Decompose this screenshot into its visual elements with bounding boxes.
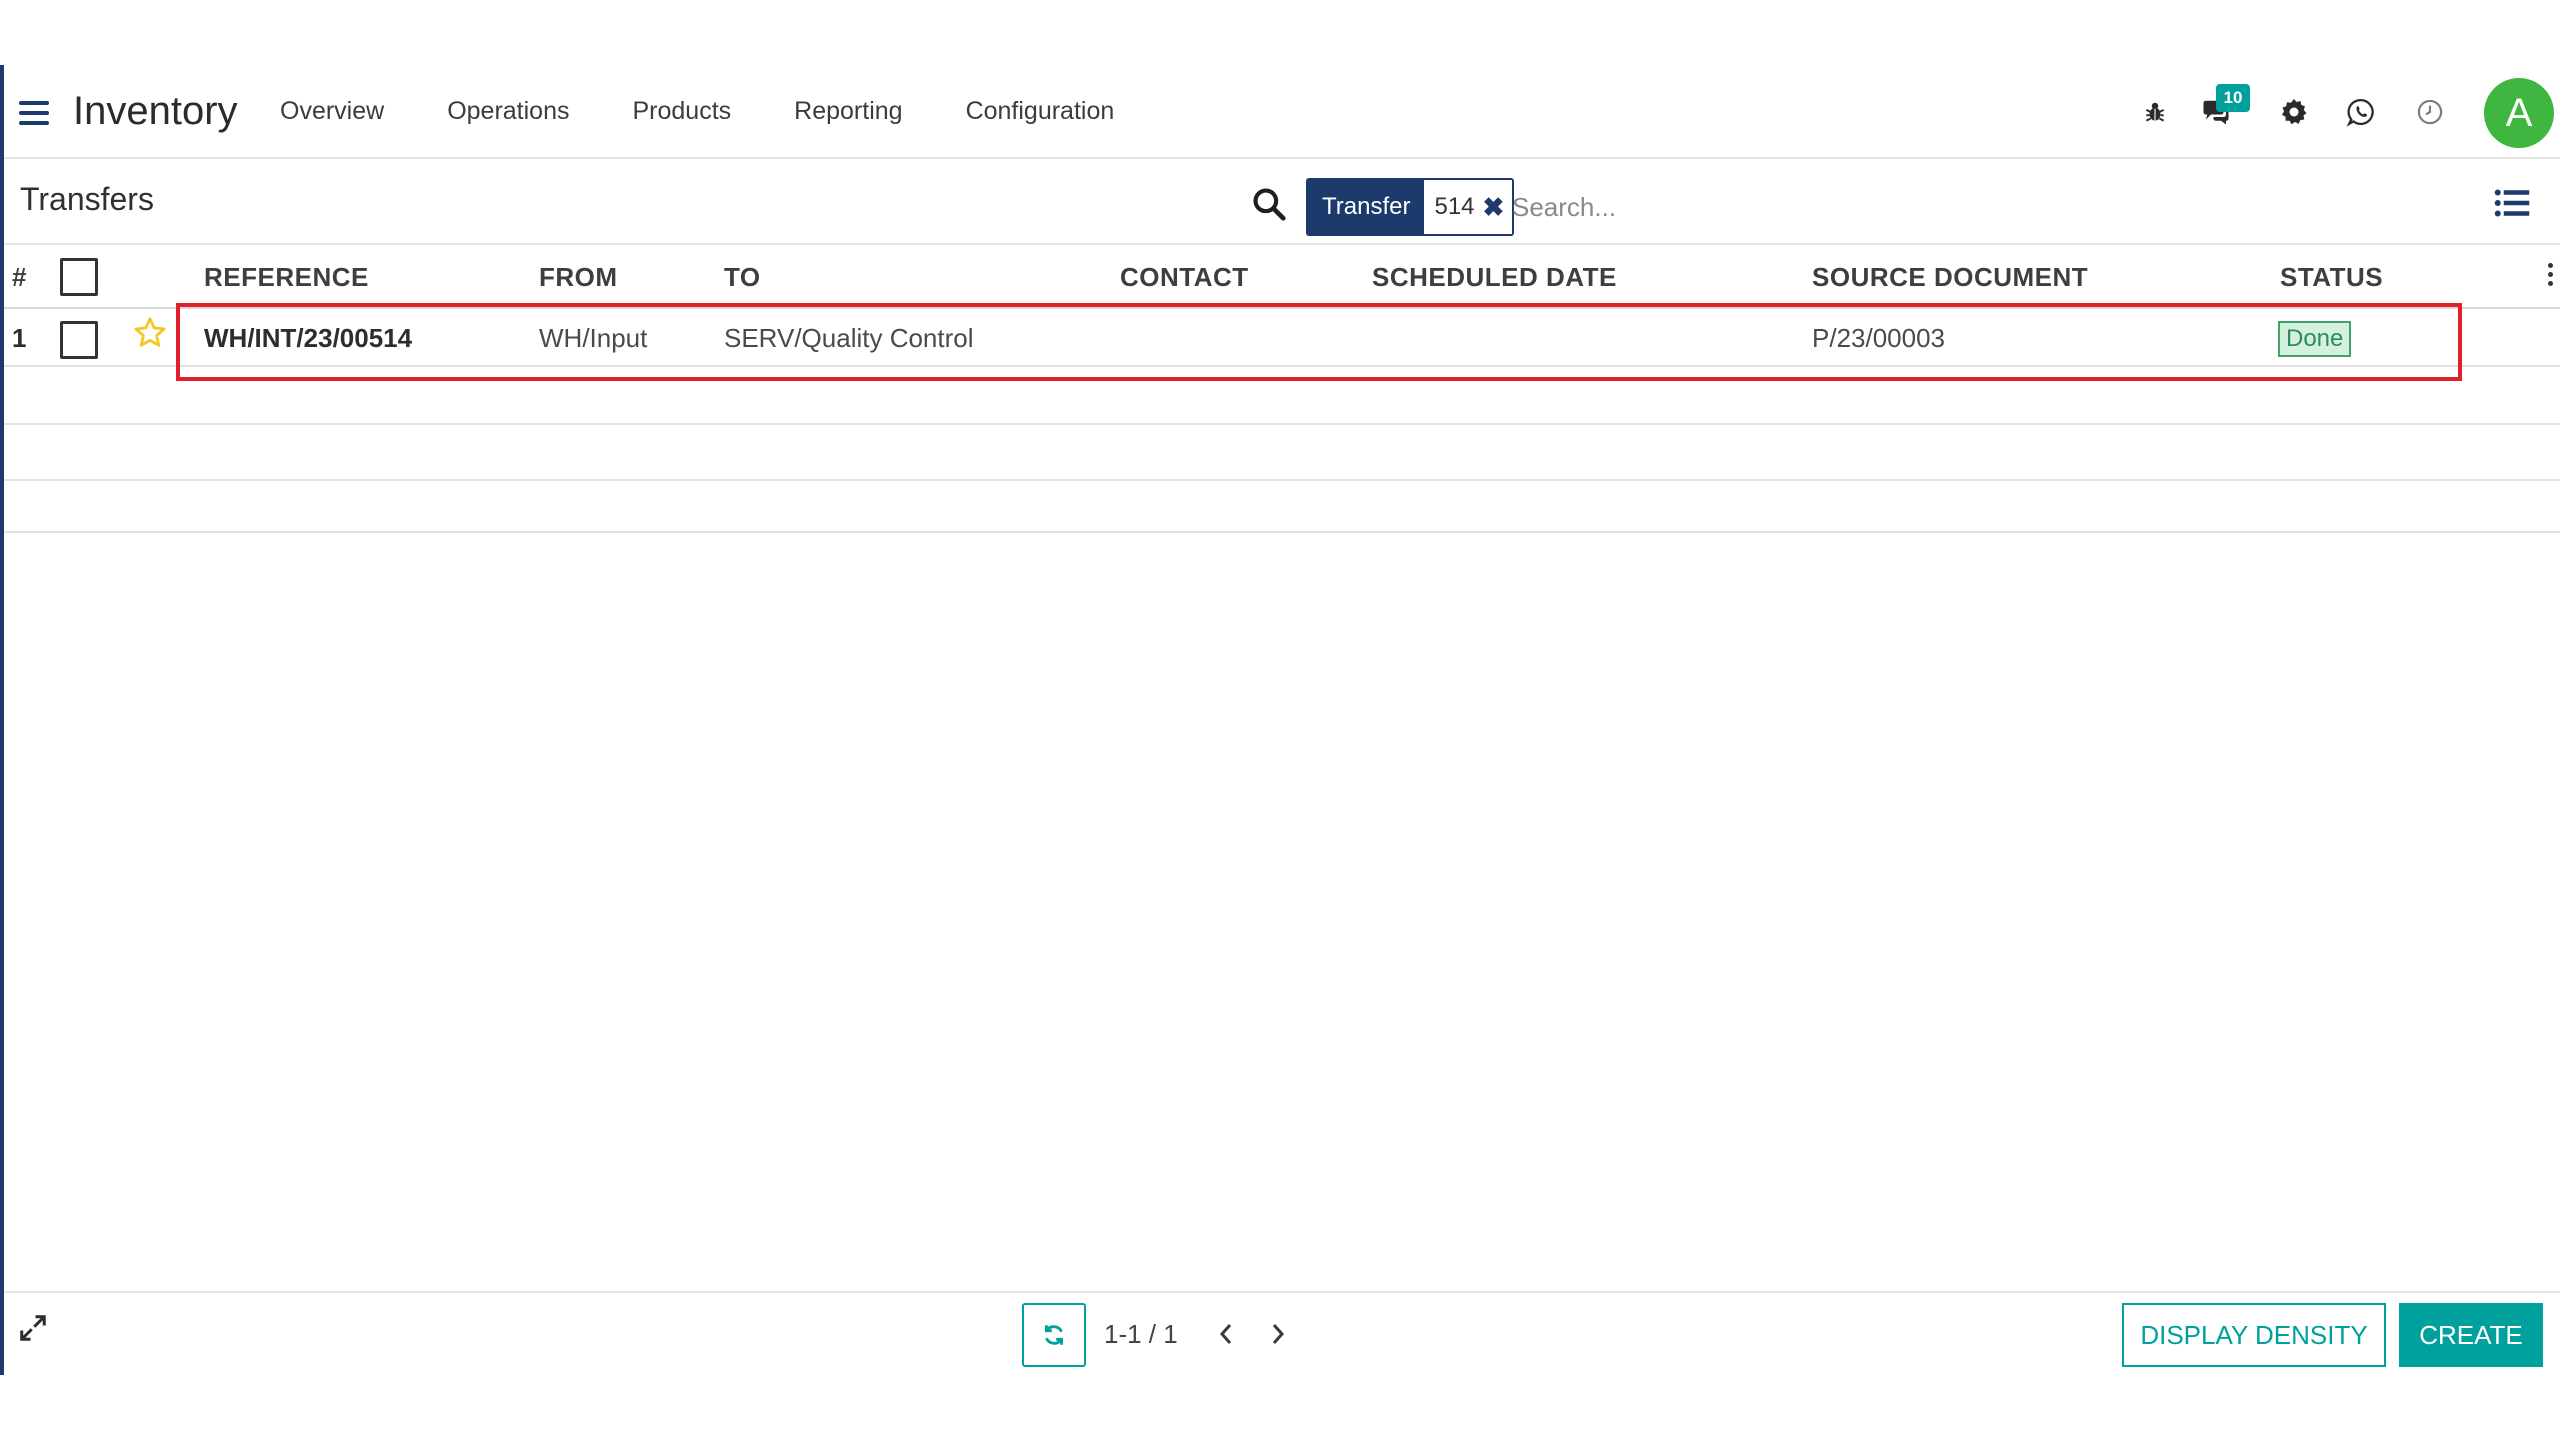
chevron-right-icon[interactable] <box>1266 1319 1294 1349</box>
table-row[interactable]: 1 WH/INT/23/00514 WH/Input SERV/Quality … <box>4 311 2560 367</box>
app-window: Inventory Overview Operations Products R… <box>0 65 2560 1375</box>
column-scheduled-date[interactable]: SCHEDULED DATE <box>1372 262 1617 293</box>
search-icon[interactable] <box>1250 185 1288 223</box>
expand-icon[interactable] <box>18 1313 48 1343</box>
user-avatar[interactable]: A <box>2484 78 2554 148</box>
select-all-checkbox[interactable] <box>60 258 98 296</box>
table-header: # REFERENCE FROM TO CONTACT SCHEDULED DA… <box>4 245 2560 309</box>
footer-bar: 1-1 / 1 DISPLAY DENSITY CREATE <box>4 1291 2560 1375</box>
refresh-button[interactable] <box>1022 1303 1086 1367</box>
menu-item-operations[interactable]: Operations <box>447 97 569 126</box>
column-from[interactable]: FROM <box>539 262 618 293</box>
optional-columns-icon[interactable] <box>2548 263 2556 287</box>
main-menu: Overview Operations Products Reporting C… <box>280 97 1177 126</box>
cell-from: WH/Input <box>539 323 648 353</box>
whatsapp-icon[interactable] <box>2345 96 2377 128</box>
display-density-button[interactable]: DISPLAY DENSITY <box>2122 1303 2386 1367</box>
facet-value: 514 <box>1434 193 1475 220</box>
chevron-left-icon[interactable] <box>1214 1319 1242 1349</box>
messages-badge: 10 <box>2216 84 2250 112</box>
empty-row <box>4 425 2560 481</box>
star-icon[interactable] <box>132 315 172 355</box>
cell-source-document: P/23/00003 <box>1812 323 1946 353</box>
menu-item-configuration[interactable]: Configuration <box>966 97 1115 126</box>
app-title[interactable]: Inventory <box>73 89 238 134</box>
menu-item-overview[interactable]: Overview <box>280 97 384 126</box>
menu-item-reporting[interactable]: Reporting <box>794 97 902 126</box>
cell-to: SERV/Quality Control <box>724 323 974 353</box>
control-panel: Transfers Transfer 514 ✖ <box>4 161 2560 245</box>
search-input[interactable] <box>1512 181 2412 233</box>
refresh-icon <box>1045 1325 1063 1345</box>
hamburger-menu-icon[interactable] <box>19 101 49 125</box>
column-source-document[interactable]: SOURCE DOCUMENT <box>1812 262 2088 293</box>
column-reference[interactable]: REFERENCE <box>204 262 369 293</box>
column-status[interactable]: STATUS <box>2280 262 2383 293</box>
bug-icon[interactable] <box>2139 96 2171 128</box>
search-facet: Transfer 514 ✖ <box>1306 178 1515 236</box>
column-contact[interactable]: CONTACT <box>1120 262 1249 293</box>
facet-remove-icon[interactable]: ✖ <box>1483 180 1505 234</box>
facet-value-wrap: 514 ✖ <box>1424 180 1513 234</box>
pager-value[interactable]: 1-1 / 1 <box>1104 1319 1178 1350</box>
create-button[interactable]: CREATE <box>2399 1303 2543 1367</box>
cell-reference: WH/INT/23/00514 <box>204 323 413 353</box>
clock-icon[interactable] <box>2414 96 2446 128</box>
chat-icon[interactable]: 10 <box>2200 84 2250 128</box>
gear-icon[interactable] <box>2278 96 2310 128</box>
column-to[interactable]: TO <box>724 262 761 293</box>
empty-row <box>4 479 2560 533</box>
empty-row <box>4 369 2560 425</box>
status-badge: Done <box>2278 321 2352 357</box>
breadcrumb: Transfers <box>20 181 154 217</box>
row-index: 1 <box>12 323 27 353</box>
row-checkbox[interactable] <box>60 321 98 359</box>
list-view-icon[interactable] <box>2494 187 2530 219</box>
top-navbar: Inventory Overview Operations Products R… <box>4 65 2560 159</box>
facet-label: Transfer <box>1308 180 1425 234</box>
column-index: # <box>12 262 27 292</box>
menu-item-products[interactable]: Products <box>632 97 731 126</box>
